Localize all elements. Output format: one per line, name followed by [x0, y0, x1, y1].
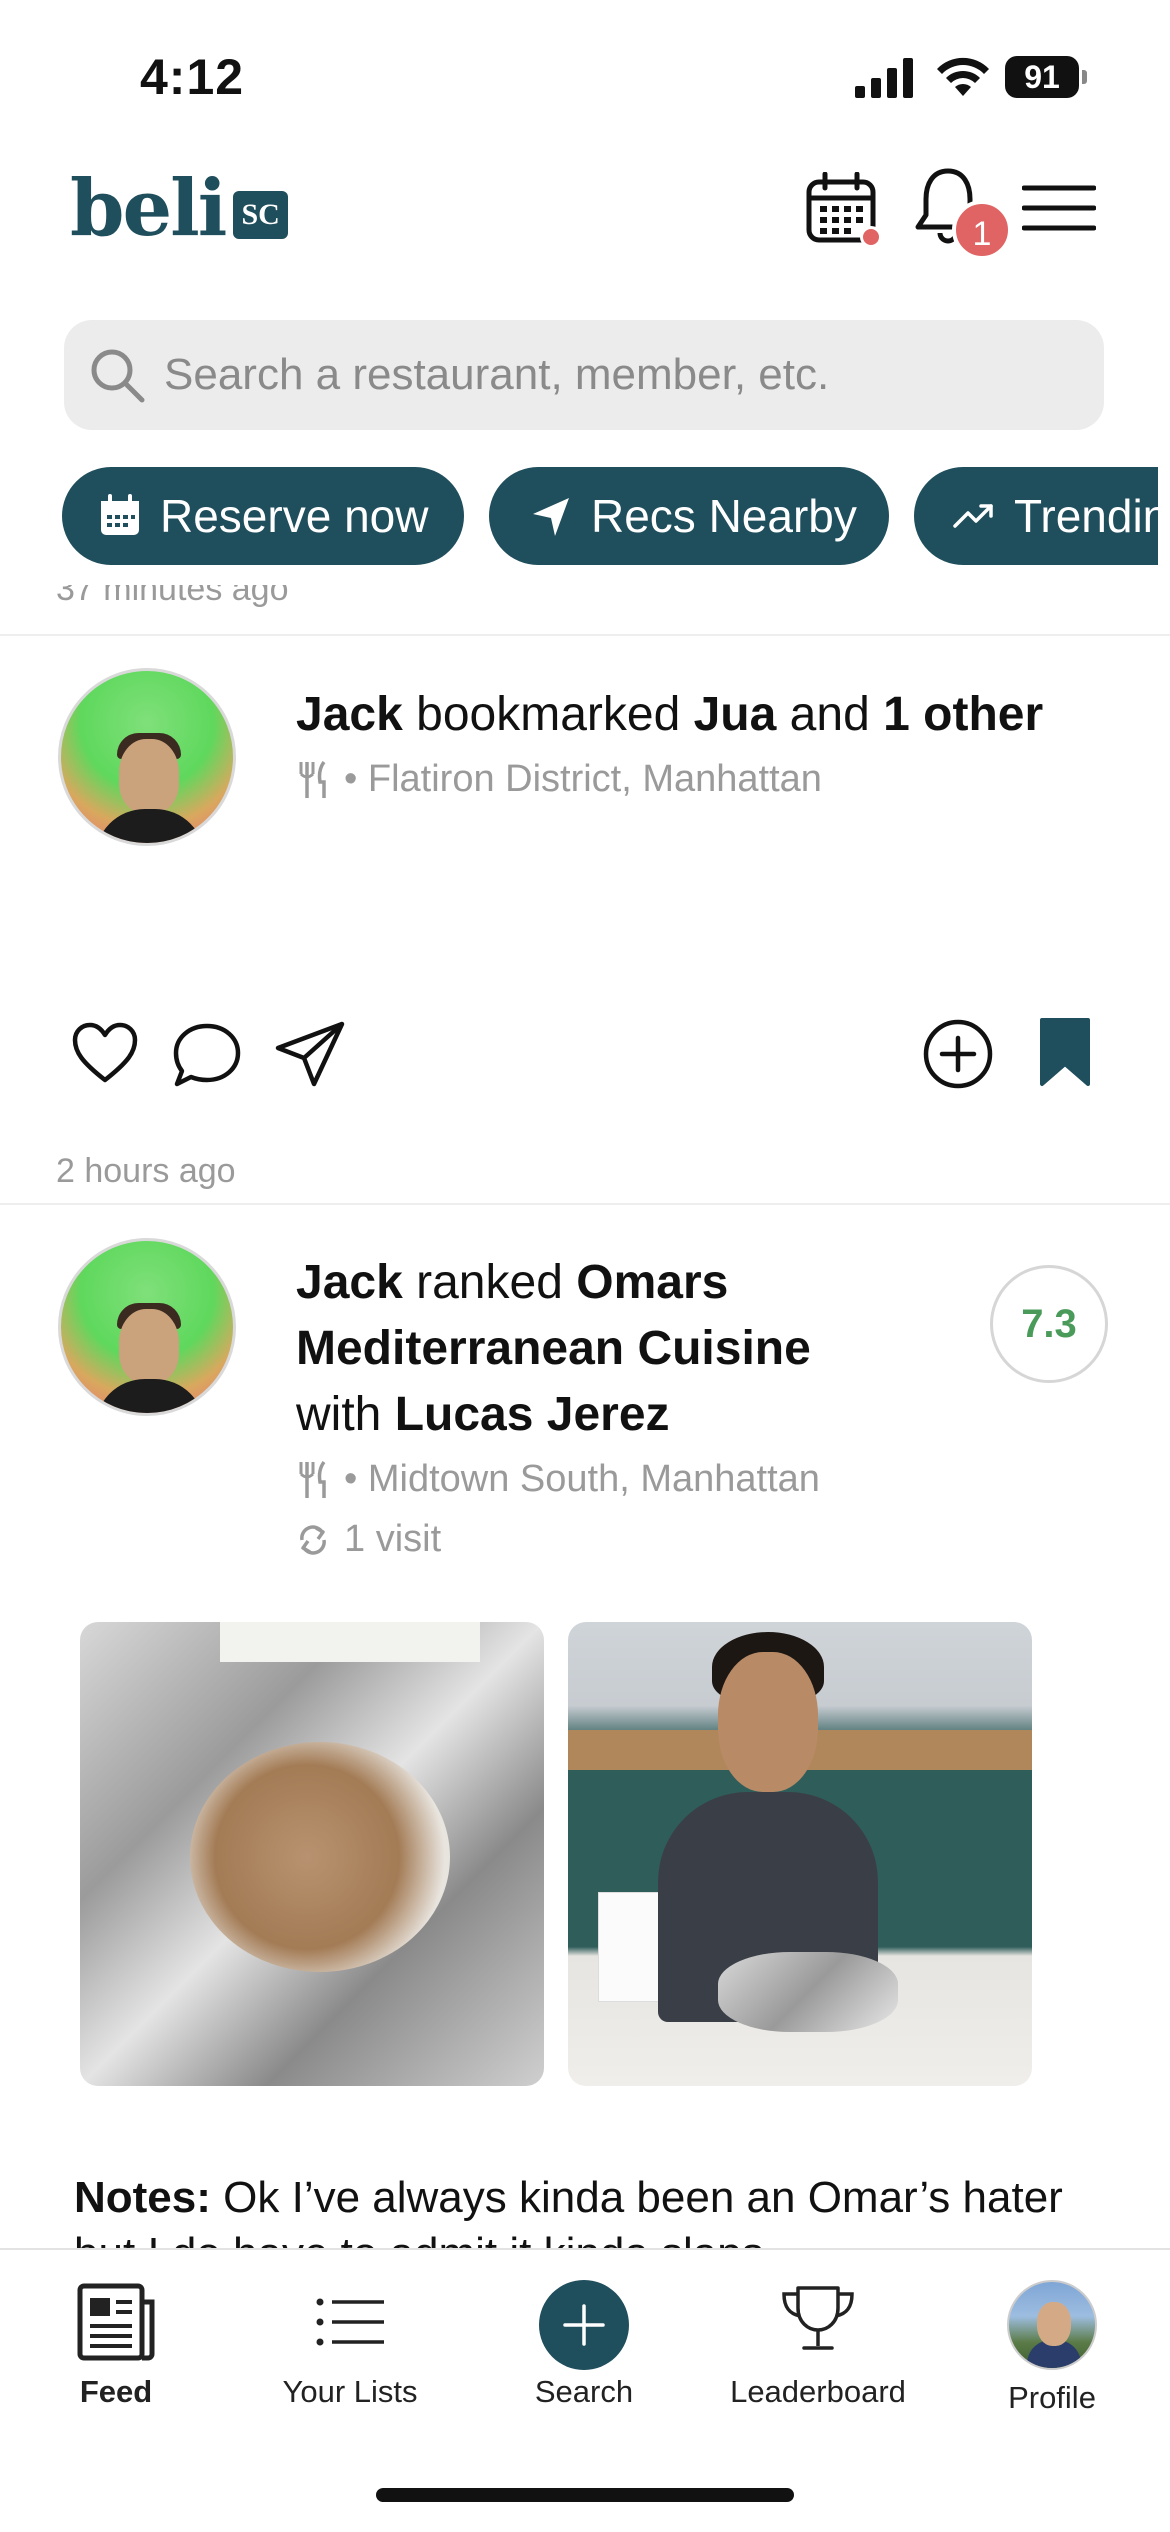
- app-logo: beli SC: [70, 163, 288, 254]
- status-bar: 4:12 91: [0, 0, 1170, 140]
- tab-your-lists[interactable]: Your Lists: [250, 2280, 450, 2410]
- notification-badge: 1: [952, 200, 1012, 260]
- post-actions: [0, 1010, 1170, 1100]
- status-time: 4:12: [140, 49, 245, 105]
- divider: [0, 634, 1170, 636]
- logo-text: beli: [70, 162, 227, 254]
- add-circle-icon[interactable]: [922, 1018, 994, 1090]
- post-location: • Midtown South, Manhattan: [296, 1458, 820, 1501]
- tab-label: Your Lists: [282, 2374, 418, 2409]
- chip-label: Trending: [1014, 490, 1158, 542]
- search-input[interactable]: [164, 350, 1064, 400]
- search-bar[interactable]: [64, 320, 1104, 430]
- battery-icon: 91: [1005, 56, 1087, 98]
- search-icon: [91, 349, 145, 403]
- tab-label: Feed: [79, 2374, 153, 2409]
- plus-icon: [563, 2304, 605, 2346]
- home-indicator: [376, 2488, 794, 2502]
- trending-icon: [953, 504, 993, 528]
- post-companion[interactable]: Lucas Jerez: [395, 1388, 670, 1441]
- navigation-arrow-icon: [533, 498, 569, 536]
- search-fab[interactable]: [539, 2280, 629, 2370]
- reserve-now-chip[interactable]: Reserve now: [62, 467, 464, 565]
- tab-label: Profile: [1008, 2380, 1096, 2415]
- logo-badge: SC: [233, 191, 288, 239]
- rating-score: 7.3: [990, 1265, 1108, 1383]
- post-others[interactable]: 1 other: [883, 688, 1043, 741]
- tab-label: Search: [534, 2374, 634, 2409]
- post-location: • Flatiron District, Manhattan: [296, 758, 822, 801]
- post-timestamp: 2 hours ago: [56, 1152, 236, 1190]
- repeat-icon: [300, 1524, 326, 1555]
- tab-profile[interactable]: Profile: [952, 2280, 1152, 2416]
- comment-icon[interactable]: [172, 1022, 242, 1088]
- trophy-icon: [782, 2286, 854, 2350]
- post-headline: Jack ranked Omars Mediterranean Cuisine …: [296, 1256, 811, 1441]
- user-avatar[interactable]: [58, 1238, 236, 1416]
- recs-nearby-chip[interactable]: Recs Nearby: [489, 467, 889, 565]
- user-avatar[interactable]: [58, 668, 236, 846]
- tab-leaderboard[interactable]: Leaderboard: [718, 2280, 918, 2410]
- post-notes: Notes: Ok I’ve always kinda been an Omar…: [74, 2170, 1114, 2250]
- tab-label: Leaderboard: [730, 2374, 906, 2409]
- post-user[interactable]: Jack: [296, 688, 403, 741]
- chip-label: Reserve now: [160, 490, 429, 542]
- divider: [0, 1203, 1170, 1205]
- bookmark-icon[interactable]: [1038, 1016, 1092, 1088]
- heart-icon[interactable]: [72, 1022, 138, 1084]
- profile-avatar: [1007, 2280, 1097, 2370]
- post-headline: Jack bookmarked Jua and 1 other: [296, 688, 1044, 741]
- battery-level: 91: [1005, 56, 1079, 98]
- tab-search[interactable]: Search: [484, 2280, 684, 2410]
- cellular-signal-icon: [855, 58, 913, 98]
- quick-action-chips: Reserve now Recs Nearby Trending: [0, 467, 1158, 565]
- calendar-icon: [101, 494, 139, 535]
- list-icon: [316, 2298, 384, 2346]
- post-user[interactable]: Jack: [296, 1256, 403, 1309]
- hamburger-menu-icon[interactable]: [1022, 182, 1096, 234]
- post-visits: 1 visit: [296, 1518, 441, 1561]
- feed-icon: [77, 2283, 155, 2361]
- chip-label: Recs Nearby: [591, 490, 857, 542]
- calendar-notification-dot: [860, 226, 882, 248]
- post-restaurant[interactable]: Jua: [694, 688, 777, 741]
- share-icon[interactable]: [274, 1020, 346, 1088]
- fork-knife-icon: [299, 760, 326, 798]
- notes-label: Notes:: [74, 2173, 211, 2222]
- post-photo-person[interactable]: [568, 1622, 1032, 2086]
- post-timestamp: 37 minutes ago: [56, 585, 289, 608]
- fork-knife-icon: [299, 1460, 326, 1498]
- tab-feed[interactable]: Feed: [16, 2280, 216, 2410]
- post-photo-food[interactable]: [80, 1622, 544, 2086]
- trending-chip[interactable]: Trending: [914, 467, 1158, 565]
- wifi-icon: [937, 57, 989, 96]
- notes-text: Ok I’ve always kinda been an Omar’s hate…: [74, 2173, 1063, 2250]
